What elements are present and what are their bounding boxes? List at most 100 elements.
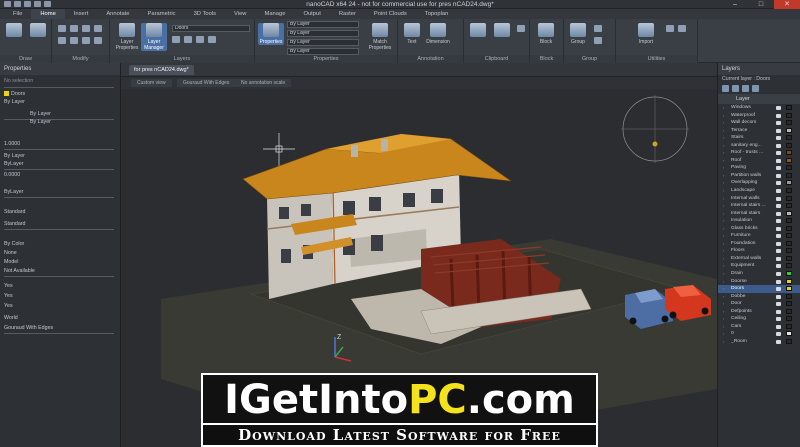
expand-arrow-icon[interactable]: › <box>723 240 724 248</box>
layer-visibility-icon[interactable] <box>776 264 781 269</box>
layer-visibility-icon[interactable] <box>776 204 781 209</box>
set-current-icon[interactable] <box>742 85 749 92</box>
layer-color-swatch[interactable] <box>786 105 792 110</box>
layer-visibility-icon[interactable] <box>776 287 781 292</box>
layer-color-swatch[interactable] <box>786 308 792 314</box>
layer-visibility-icon[interactable] <box>776 272 781 277</box>
layer-row[interactable]: › Roof - trusts ... <box>718 149 800 157</box>
property-value[interactable]: ByLayer <box>4 161 23 167</box>
expand-arrow-icon[interactable]: › <box>723 164 724 172</box>
layer-row[interactable]: › Stairs <box>718 134 800 142</box>
layer-row[interactable]: › Wall decors <box>718 119 800 127</box>
block-button[interactable]: Block <box>534 23 558 45</box>
layer-color-swatch[interactable] <box>786 278 792 284</box>
expand-arrow-icon[interactable]: › <box>723 285 724 293</box>
copy-clip-icon[interactable] <box>517 25 525 32</box>
layer-color-swatch[interactable] <box>786 150 792 156</box>
property-value[interactable]: Model <box>4 259 18 265</box>
layer-color-swatch[interactable] <box>786 172 792 178</box>
expand-arrow-icon[interactable]: › <box>723 338 724 346</box>
layer-row[interactable]: › sanitary eng... <box>718 142 800 150</box>
layer-visibility-icon[interactable] <box>776 128 781 133</box>
layer-row[interactable]: › Terrace <box>718 127 800 135</box>
scale-icon[interactable] <box>94 37 102 44</box>
layer-color-swatch[interactable] <box>786 165 792 171</box>
match-properties-button[interactable]: Match Properties <box>366 23 394 51</box>
layer-color-swatch[interactable] <box>786 203 792 209</box>
layer-row[interactable]: › 0 <box>718 330 800 338</box>
layer-color-swatch[interactable] <box>786 293 792 299</box>
layer-row[interactable]: › Paving <box>718 164 800 172</box>
ribbon-tab-view[interactable]: View <box>225 9 255 19</box>
expand-arrow-icon[interactable]: › <box>723 157 724 165</box>
property-value[interactable]: 1.0000 <box>4 141 20 147</box>
layer-color-swatch[interactable] <box>786 180 792 186</box>
layer-visibility-icon[interactable] <box>776 211 781 216</box>
trim-icon[interactable] <box>58 37 66 44</box>
linetype-dropdown[interactable]: By Layer <box>287 30 359 37</box>
extend-icon[interactable] <box>70 37 78 44</box>
visual-style-tab[interactable]: Gouraud With Edges <box>177 79 236 87</box>
ribbon-tab-3d-tools[interactable]: 3D Tools <box>185 9 225 19</box>
property-value[interactable]: By Layer <box>30 111 51 117</box>
layer-row[interactable]: › Internal stairs ... <box>718 202 800 210</box>
view-direction-tab[interactable]: Custom view <box>131 79 172 87</box>
property-value[interactable]: 0.0000 <box>4 172 20 178</box>
ribbon-tab-manage[interactable]: Manage <box>255 9 294 19</box>
layer-row[interactable]: › Ceiling <box>718 315 800 323</box>
layer-visibility-icon[interactable] <box>776 249 781 254</box>
property-value[interactable]: Yes <box>4 283 13 289</box>
layer-row[interactable]: › Internal stairs <box>718 210 800 218</box>
layer-properties-button[interactable]: Layer Properties <box>114 23 140 51</box>
ribbon-tab-home[interactable]: Home <box>31 9 65 19</box>
layer-visibility-icon[interactable] <box>776 339 781 344</box>
expand-arrow-icon[interactable]: › <box>723 217 724 225</box>
expand-arrow-icon[interactable]: › <box>723 315 724 323</box>
layer-color-swatch[interactable] <box>786 248 792 254</box>
layer-color-swatch[interactable] <box>786 233 792 239</box>
layer-row[interactable]: › Floors <box>718 247 800 255</box>
expand-arrow-icon[interactable]: › <box>723 293 724 301</box>
expand-arrow-icon[interactable]: › <box>723 195 724 203</box>
layer-row[interactable]: › Cars <box>718 323 800 331</box>
layer-color-swatch[interactable] <box>786 240 792 246</box>
layer-visibility-icon[interactable] <box>776 151 781 156</box>
expand-arrow-icon[interactable]: › <box>723 112 724 120</box>
layer-column-header[interactable]: Layer <box>718 94 800 104</box>
expand-arrow-icon[interactable]: › <box>723 127 724 135</box>
layer-color-swatch[interactable] <box>786 225 792 231</box>
layer-color-swatch[interactable] <box>786 301 792 307</box>
expand-arrow-icon[interactable]: › <box>723 270 724 278</box>
layer-off-icon[interactable] <box>172 36 180 43</box>
layer-visibility-icon[interactable] <box>776 181 781 186</box>
layer-visibility-icon[interactable] <box>776 173 781 178</box>
expand-arrow-icon[interactable]: › <box>723 210 724 218</box>
property-value[interactable]: World <box>4 315 18 321</box>
expand-arrow-icon[interactable]: › <box>723 255 724 263</box>
layer-visibility-icon[interactable] <box>776 332 781 337</box>
expand-arrow-icon[interactable]: › <box>723 202 724 210</box>
layer-visibility-icon[interactable] <box>776 219 781 224</box>
expand-arrow-icon[interactable]: › <box>723 247 724 255</box>
layer-color-swatch[interactable] <box>786 120 792 126</box>
layer-row[interactable]: › Internal walls <box>718 195 800 203</box>
ribbon-tab-file[interactable]: File <box>4 9 31 19</box>
layer-row[interactable]: › Dobbe <box>718 293 800 301</box>
lineweight-dropdown[interactable]: By Layer <box>287 39 359 46</box>
layer-color-swatch[interactable] <box>786 286 792 292</box>
property-value[interactable]: Gouraud With Edges <box>4 325 53 331</box>
ribbon-tab-annotate[interactable]: Annotate <box>97 9 138 19</box>
expand-arrow-icon[interactable]: › <box>723 232 724 240</box>
copy-icon[interactable] <box>82 25 90 32</box>
close-button[interactable]: ✕ <box>774 0 800 9</box>
expand-arrow-icon[interactable]: › <box>723 308 724 316</box>
layer-visibility-icon[interactable] <box>776 309 781 314</box>
layer-visibility-icon[interactable] <box>776 279 781 284</box>
layer-color-swatch[interactable] <box>786 316 792 322</box>
layer-color-swatch[interactable] <box>786 135 792 141</box>
layer-row[interactable]: › Equipment <box>718 262 800 270</box>
layer-color-swatch[interactable] <box>786 338 792 344</box>
expand-arrow-icon[interactable]: › <box>723 179 724 187</box>
layer-row[interactable]: › _Room <box>718 338 800 346</box>
expand-arrow-icon[interactable]: › <box>723 149 724 157</box>
